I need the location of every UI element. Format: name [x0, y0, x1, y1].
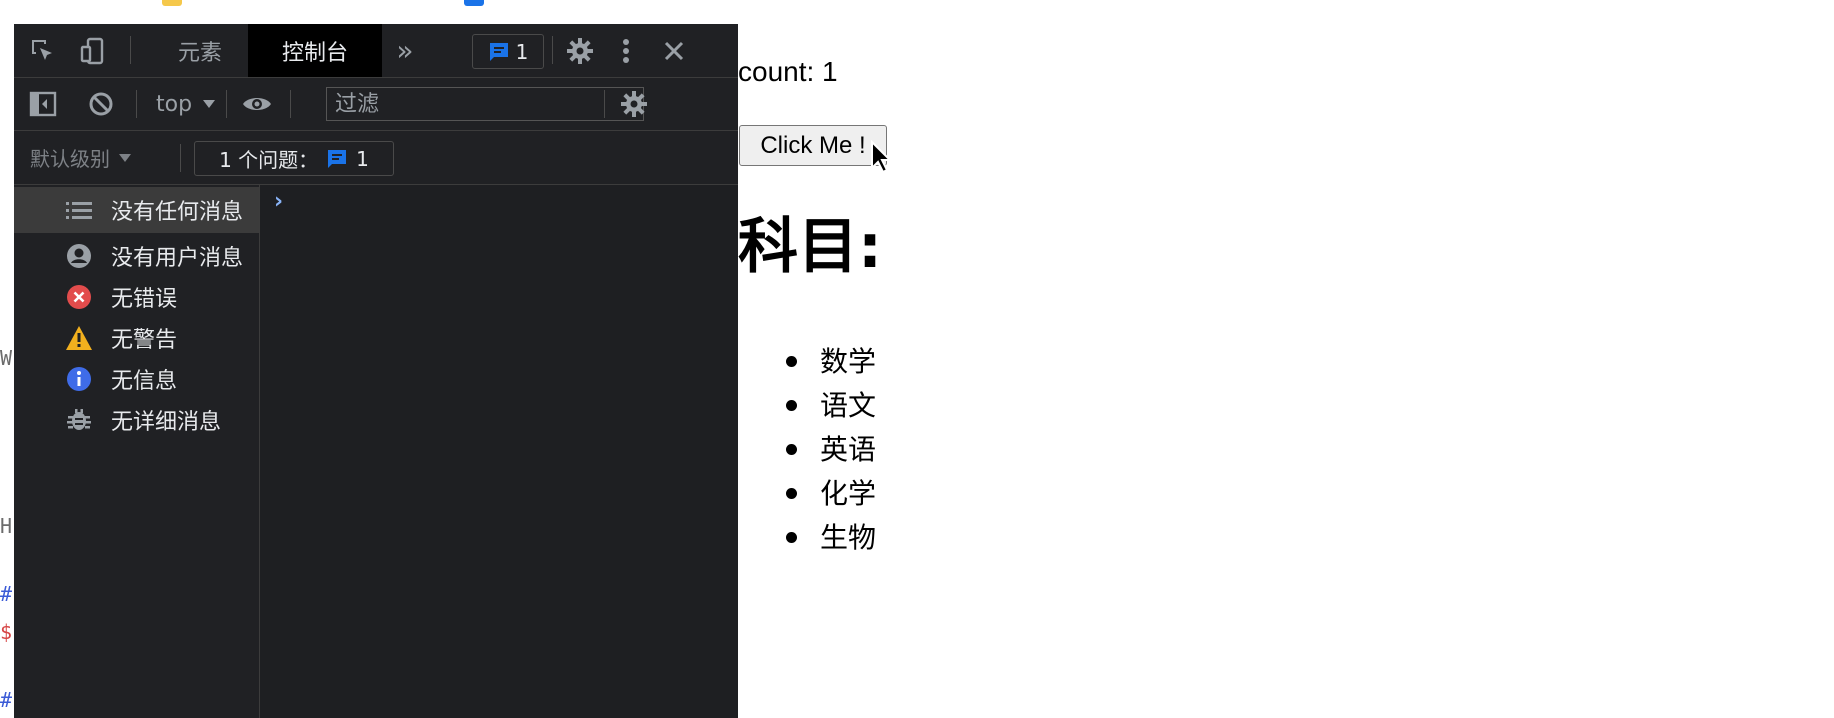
separator [136, 90, 137, 118]
separator [290, 90, 291, 118]
subjects-list: 数学 语文 英语 化学 生物 [785, 340, 876, 560]
dropdown-arrow-icon [119, 153, 131, 162]
more-options-icon[interactable] [614, 35, 638, 67]
sidebar-item-label: 没有用户消息 [111, 246, 244, 271]
sidebar-item-label: 无信息 [111, 369, 178, 394]
filter-input[interactable] [326, 87, 644, 121]
log-levels-label: 默认级别 [30, 147, 110, 171]
user-icon [64, 241, 94, 271]
settings-gear-icon[interactable] [564, 35, 596, 67]
separator [552, 36, 553, 64]
sidebar-item-warnings[interactable]: 无警告 [14, 315, 259, 361]
console-output[interactable]: › [260, 185, 738, 718]
list-item: 数学 [785, 340, 876, 384]
devtools-panel: 元素 控制台 » 1 top 过滤 默认级别 1 个问题： 1 没有任何消息 没… [14, 24, 738, 718]
context-selector[interactable]: top [156, 78, 216, 130]
sidebar-item-label: 无警告 [111, 328, 178, 353]
tab-favicon-blue [464, 0, 484, 6]
list-icon [64, 195, 94, 225]
dropdown-arrow-icon [203, 100, 216, 108]
log-levels-dropdown[interactable]: 默认级别 [30, 131, 132, 184]
separator [226, 90, 227, 118]
console-prompt-chevron-icon: › [274, 189, 284, 214]
clear-console-icon[interactable] [86, 89, 116, 119]
list-item: 化学 [785, 472, 876, 516]
list-item: 生物 [785, 516, 876, 560]
separator [180, 144, 181, 172]
issues-count: 1 [356, 146, 369, 171]
separator [604, 90, 605, 118]
sidebar-item-user-messages[interactable]: 没有用户消息 [14, 233, 259, 279]
console-sidebar: 没有任何消息 没有用户消息 无错误 无警告 无信息 无详细消息 [14, 185, 260, 718]
editor-char: $ [0, 620, 13, 644]
inspect-element-icon[interactable] [28, 36, 58, 66]
issues-badge-count: 1 [515, 39, 529, 64]
separator [130, 36, 131, 64]
tab-elements[interactable]: 元素 [144, 24, 256, 77]
issues-label: 1 个问题： [219, 148, 319, 172]
info-icon [64, 364, 94, 394]
tab-favicon-yellow [162, 0, 182, 6]
editor-edge: W H # $ # [0, 24, 14, 718]
sidebar-item-label: 无错误 [111, 287, 178, 312]
editor-char: W [0, 346, 13, 370]
error-icon [64, 282, 94, 312]
sidebar-item-label: 无详细消息 [111, 410, 222, 435]
list-item: 英语 [785, 428, 876, 472]
live-expression-eye-icon[interactable] [240, 89, 274, 119]
sidebar-item-label: 没有任何消息 [111, 200, 244, 225]
sidebar-item-verbose[interactable]: 无详细消息 [14, 397, 259, 443]
issues-badge[interactable]: 1 [472, 34, 544, 69]
sidebar-item-errors[interactable]: 无错误 [14, 274, 259, 320]
web-page: count: 1 Click Me ! 科目: 数学 语文 英语 化学 生物 [738, 24, 1834, 718]
sidebar-toggle-icon[interactable] [28, 89, 58, 119]
count-text: count: 1 [738, 56, 838, 87]
subjects-heading: 科目: [738, 212, 882, 282]
mouse-cursor-icon [871, 140, 892, 174]
tab-console[interactable]: 控制台 [248, 24, 382, 77]
issues-count-button[interactable]: 1 个问题： 1 [194, 141, 394, 176]
warning-icon [64, 323, 94, 353]
click-me-button[interactable]: Click Me ! [739, 125, 887, 166]
browser-top-strip [0, 0, 1834, 25]
editor-char: # [0, 582, 13, 606]
close-icon[interactable] [658, 35, 690, 67]
editor-char: H [0, 514, 13, 538]
devtools-tabbar: 元素 控制台 » 1 [14, 24, 738, 78]
more-tabs-icon[interactable]: » [390, 34, 420, 67]
console-settings-gear-icon[interactable] [618, 88, 650, 120]
bug-icon [64, 405, 94, 435]
sidebar-item-info[interactable]: 无信息 [14, 356, 259, 402]
message-icon [489, 42, 508, 61]
list-item: 语文 [785, 384, 876, 428]
message-icon [328, 149, 347, 168]
context-label: top [156, 91, 193, 117]
device-toolbar-icon[interactable] [78, 36, 110, 66]
sidebar-item-all-messages[interactable]: 没有任何消息 [14, 187, 259, 233]
editor-char: # [0, 688, 13, 712]
